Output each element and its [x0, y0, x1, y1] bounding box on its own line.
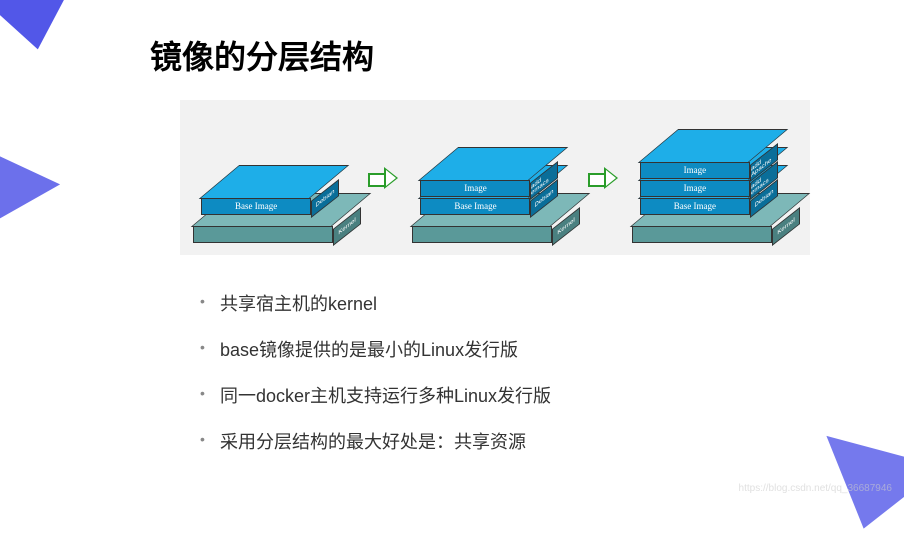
arrow-icon: [588, 167, 622, 189]
decoration-triangle-ml: [0, 142, 60, 248]
bullet-list: 共享宿主机的kernel base镜像提供的是最小的Linux发行版 同一doc…: [200, 290, 551, 474]
watermark: https://blog.csdn.net/qq_36687946: [739, 483, 892, 494]
bullet-item: base镜像提供的是最小的Linux发行版: [200, 336, 551, 362]
stack-2: bootfsKernelBase ImageDebianImageadd ema…: [412, 113, 577, 243]
stack-3: bootfsKernelBase ImageDebianImageadd ema…: [632, 113, 797, 243]
layer-diagram: bootfsKernelrootfsBase ImageDebian bootf…: [180, 100, 810, 255]
slide-title: 镜像的分层结构: [150, 32, 374, 78]
bullet-item: 采用分层结构的最大好处是：共享资源: [200, 428, 551, 454]
decoration-triangle-tl: [0, 0, 107, 61]
bullet-item: 共享宿主机的kernel: [200, 290, 551, 316]
arrow-icon: [368, 167, 402, 189]
stack-1: bootfsKernelrootfsBase ImageDebian: [193, 113, 358, 243]
bullet-item: 同一docker主机支持运行多种Linux发行版: [200, 382, 551, 408]
